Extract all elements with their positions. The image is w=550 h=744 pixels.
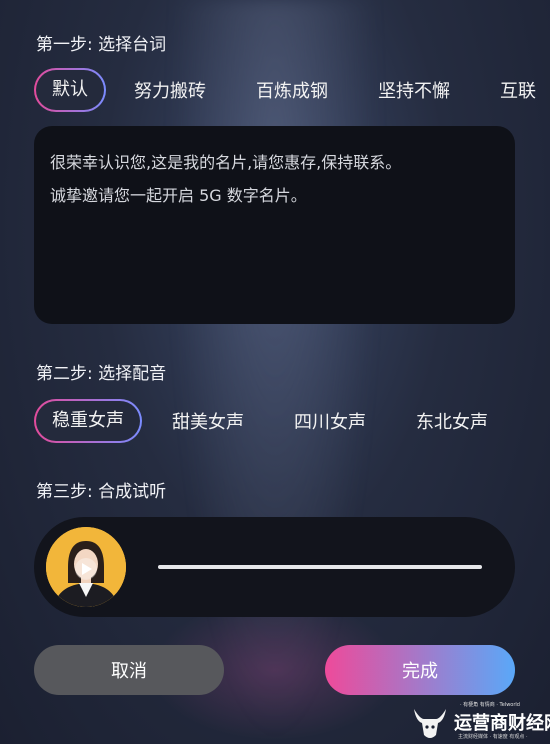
watermark-tagline: · 有梗角 有情商 · Telworld — [460, 702, 520, 708]
script-text-line-2: 诚挚邀请您一起开启 5G 数字名片。 — [50, 186, 307, 205]
bull-logo-icon — [414, 709, 446, 738]
voice-tab-steady-female[interactable]: 稳重女声 — [34, 399, 142, 443]
script-tab-tempered[interactable]: 百炼成钢 — [256, 77, 328, 103]
watermark: · 有梗角 有情商 · Telworld 运营商财经网 主流财经媒体 · 有速度… — [410, 701, 550, 743]
script-tab-hardwork[interactable]: 努力搬砖 — [134, 77, 206, 103]
watermark-brand: 运营商财经网 — [454, 713, 550, 734]
script-text-line-1: 很荣幸认识您,这是我的名片,请您惠存,保持联系。 — [50, 153, 402, 172]
step1-title: 第一步: 选择台词 — [36, 35, 167, 55]
voice-tab-dongbei-female[interactable]: 东北女声 — [416, 408, 488, 434]
watermark-subtitle: 主流财经媒体 · 有速度 有观点 · — [458, 734, 528, 740]
script-tab-default[interactable]: 默认 — [34, 68, 106, 112]
script-tab-persist[interactable]: 坚持不懈 — [378, 77, 450, 103]
voice-tabs: 稳重女声 甜美女声 四川女声 东北女声 — [34, 399, 488, 443]
script-tabs: 默认 努力搬砖 百炼成钢 坚持不懈 互联 — [34, 68, 536, 112]
play-icon[interactable] — [74, 555, 98, 579]
step2-title: 第二步: 选择配音 — [36, 364, 167, 384]
progress-track[interactable] — [158, 565, 482, 569]
step3-title: 第三步: 合成试听 — [36, 482, 167, 502]
audio-player — [34, 517, 515, 617]
voice-tab-sweet-female[interactable]: 甜美女声 — [172, 408, 244, 434]
script-tab-internet[interactable]: 互联 — [500, 77, 536, 103]
script-text-box[interactable]: 很荣幸认识您,这是我的名片,请您惠存,保持联系。 诚挚邀请您一起开启 5G 数字… — [34, 126, 515, 324]
cancel-button[interactable]: 取消 — [34, 645, 224, 695]
done-button[interactable]: 完成 — [325, 645, 515, 695]
voice-tab-sichuan-female[interactable]: 四川女声 — [294, 408, 366, 434]
